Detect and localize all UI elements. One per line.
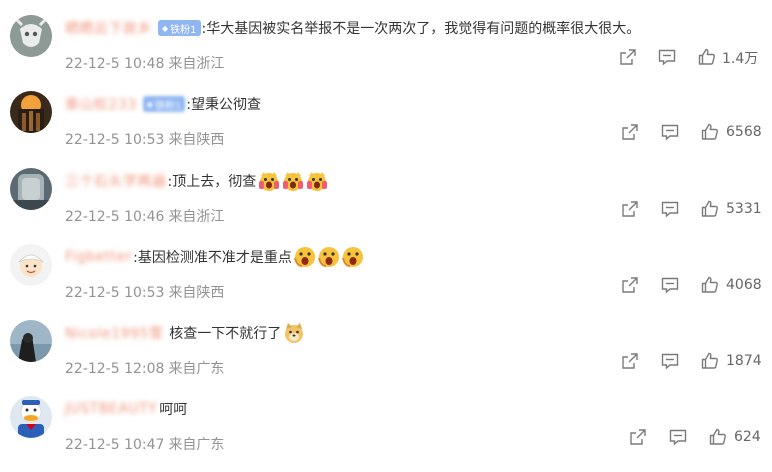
- share-icon[interactable]: [620, 122, 640, 142]
- comment-text: 核查一下不就行了: [169, 326, 282, 342]
- comment-text: :华大基因被实名举报不是一次两次了，我觉得有问题的概率很大很大。: [201, 21, 641, 37]
- shocked-emoji: [341, 246, 364, 268]
- like-icon[interactable]: [697, 47, 717, 67]
- like-count: 624: [734, 429, 761, 445]
- comment-item: 晒晒云下故乡 ◆ 铁粉1 :华大基因被实名举报不是一次两次了，我觉得有问题的概率很…: [0, 15, 772, 91]
- comment-location: 来自浙江: [168, 56, 225, 72]
- comment-text: :基因检测准不准才是重点: [133, 250, 292, 266]
- like-count: 6568: [726, 124, 762, 140]
- avatar[interactable]: [10, 320, 52, 362]
- comment-text: :望秉公彻查: [186, 97, 261, 113]
- comment-time: 22-12-5 12:08: [65, 361, 165, 377]
- comment-time: 22-12-5 10:46: [65, 209, 165, 225]
- shocked-emoji: [293, 246, 316, 268]
- like-icon[interactable]: [708, 427, 728, 447]
- comment-icon[interactable]: [657, 47, 677, 67]
- comment-location: 来自陕西: [168, 285, 225, 301]
- fan-badge[interactable]: ◆ 铁粉1: [142, 96, 186, 112]
- shocked-emoji: [317, 246, 340, 268]
- username[interactable]: 泰山松233: [65, 94, 137, 114]
- username[interactable]: JUSTBEAUTY: [65, 401, 157, 417]
- comment-location: 来自浙江: [168, 209, 225, 225]
- comment-icon[interactable]: [660, 351, 680, 371]
- comment-item: Figbetter :基因检测准不准才是重点 22-12-5 10:53 来自陕西…: [0, 244, 772, 320]
- username[interactable]: 晒晒云下故乡: [65, 18, 152, 38]
- diamond-icon: ◆: [162, 23, 169, 33]
- fan-badge-label: 铁粉1: [154, 100, 182, 112]
- username[interactable]: Nicole1995雪: [65, 323, 163, 343]
- like-icon[interactable]: [700, 199, 720, 219]
- like-count: 5331: [726, 201, 762, 217]
- comment-time: 22-12-5 10:48: [65, 56, 165, 72]
- avatar[interactable]: [10, 91, 52, 133]
- avatar[interactable]: [10, 396, 52, 438]
- like-count: 4068: [726, 277, 762, 293]
- scream-cat-emoji: [258, 170, 280, 192]
- comment-icon[interactable]: [660, 199, 680, 219]
- scream-cat-emoji: [306, 170, 328, 192]
- comment-text: 呵呵: [159, 402, 188, 418]
- comment-time: 22-12-5 10:53: [65, 132, 165, 148]
- comment-icon[interactable]: [660, 122, 680, 142]
- avatar[interactable]: [10, 168, 52, 210]
- comment-icon[interactable]: [668, 427, 688, 447]
- like-icon[interactable]: [700, 351, 720, 371]
- scream-cat-emoji: [282, 170, 304, 192]
- comment-location: 来自广东: [168, 361, 225, 377]
- like-count: 1.4万: [722, 51, 759, 67]
- share-icon[interactable]: [620, 351, 640, 371]
- share-icon[interactable]: [620, 275, 640, 295]
- comment-time: 22-12-5 10:47: [65, 437, 165, 453]
- share-icon[interactable]: [628, 427, 648, 447]
- comment-item: JUSTBEAUTY 呵呵 22-12-5 10:47 来自广东 624: [0, 396, 772, 472]
- like-icon[interactable]: [700, 122, 720, 142]
- username[interactable]: 三个石头学两遍: [65, 171, 167, 191]
- share-icon[interactable]: [620, 199, 640, 219]
- diamond-icon: ◆: [146, 99, 153, 109]
- fan-badge-label: 铁粉1: [170, 24, 197, 36]
- comment-location: 来自陕西: [168, 132, 225, 148]
- avatar[interactable]: [10, 15, 52, 57]
- comment-item: Nicole1995雪 核查一下不就行了 22-12-5 12:08 来自广东 1…: [0, 320, 772, 396]
- share-icon[interactable]: [618, 47, 638, 67]
- comment-text: :顶上去，彻查: [167, 174, 257, 190]
- like-count: 1874: [726, 353, 762, 369]
- comment-location: 来自广东: [168, 437, 225, 453]
- doge-emoji: [283, 322, 305, 344]
- comment-icon[interactable]: [660, 275, 680, 295]
- like-icon[interactable]: [700, 275, 720, 295]
- comment-item: 三个石头学两遍 :顶上去，彻查 22-12-5 10:46 来自浙江 5331: [0, 168, 772, 244]
- comment-time: 22-12-5 10:53: [65, 285, 165, 301]
- comment-item: 泰山松233 ◆ 铁粉1 :望秉公彻查 22-12-5 10:53 来自陕西 656…: [0, 91, 772, 167]
- username[interactable]: Figbetter: [65, 249, 132, 265]
- avatar[interactable]: [10, 244, 52, 286]
- fan-badge[interactable]: ◆ 铁粉1: [158, 20, 201, 36]
